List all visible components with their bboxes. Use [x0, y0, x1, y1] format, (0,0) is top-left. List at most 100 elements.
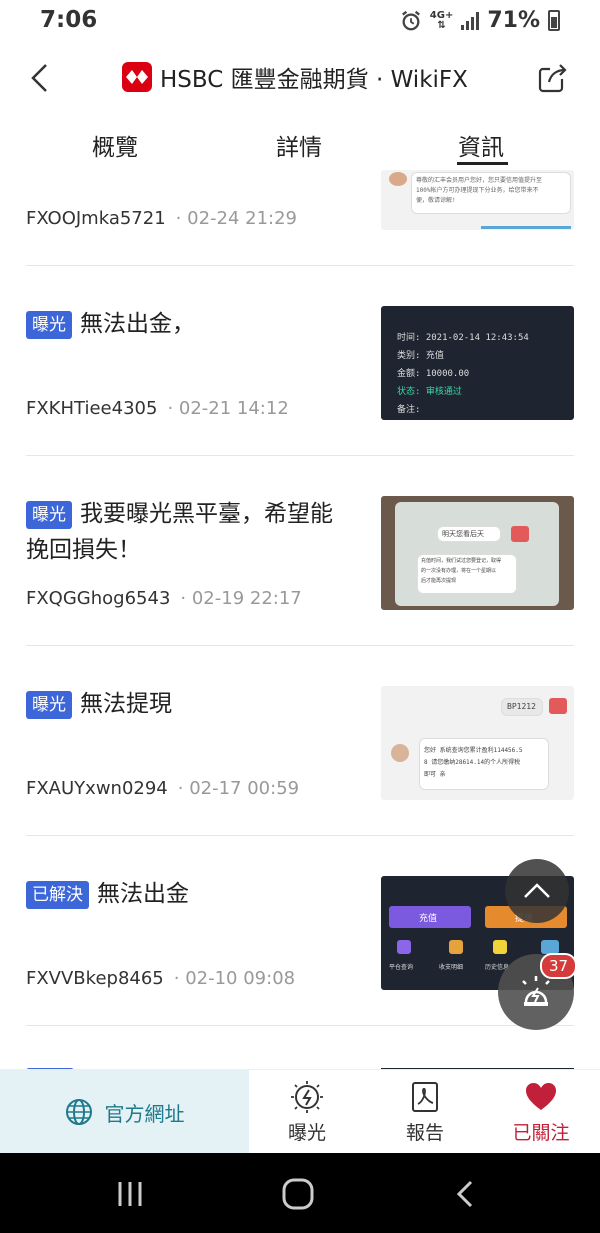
status-bar: 7:06 4G+ ⇅ 71% [0, 0, 600, 42]
thumb-text: 平仓查询 [389, 964, 414, 971]
item-title: 曝光 我要曝光黑平臺，希望能挽回損失！ [26, 496, 346, 568]
item-date: · 02-10 09:08 [173, 968, 296, 989]
item-title: 曝光 無法提現 [26, 686, 346, 722]
item-meta: FXOOJmka5721 · 02-24 21:29 [26, 208, 297, 229]
item-date: · 02-19 22:17 [180, 588, 302, 609]
report-button[interactable]: 報告 [380, 1080, 470, 1145]
item-title-text: 無法出金 [97, 881, 189, 907]
list-item[interactable]: 曝光 我要曝光黑平臺，希望能挽回損失！ FXQGGhog6543 · 02-19 2… [0, 456, 600, 646]
thumb-text: 状态: 审核通过 [397, 387, 462, 397]
thumb-text: 时间: 2021-02-14 12:43:54 [397, 333, 529, 343]
thumb-text: 的一次没有办理，将在一个星期以 [421, 568, 497, 574]
thumb-bubble: BP1212 [501, 698, 543, 716]
thumb-text: 明天您看后天 [442, 530, 484, 538]
system-nav-bar [0, 1153, 600, 1233]
tab-bar: 概覽 詳情 資訊 [0, 124, 600, 170]
heart-icon [526, 1083, 556, 1110]
pdf-report-icon [412, 1082, 438, 1112]
thumb-bubble: 充值时间，我们试过您要登记，取得 的一次没有办理，将在一个星期以 后才能再次提现 [417, 554, 517, 594]
item-title-text: 無法出金， [80, 311, 195, 337]
thumb-progress [481, 226, 571, 229]
page-title: HSBC 匯豐金融期貨 · WikiFX [122, 60, 468, 94]
item-thumbnail[interactable]: 时间: 2021-02-14 12:43:54 类别: 充值 金额: 10000… [381, 306, 574, 420]
battery-icon [548, 10, 560, 31]
thumb-bubble: 您好 系统查询您累计盈利114456.5 8 请您缴纳28614.14的个人所得… [419, 738, 549, 790]
status-badge: 曝光 [26, 500, 72, 529]
globe-icon [65, 1099, 92, 1125]
list-item[interactable]: 曝光 無法出金， FXKHTiee4305 · 02-21 14:12 时间: 20… [0, 266, 600, 456]
tab-news[interactable]: 資訊 [458, 128, 504, 162]
thumb-avatar [389, 172, 407, 186]
system-back-button[interactable] [445, 1177, 485, 1211]
expose-icon [291, 1081, 323, 1113]
thumb-text: 尊敬的汇丰会员用户您好，您只要信用值提升至 [416, 177, 543, 184]
battery-percent: 71% [487, 8, 540, 33]
recent-apps-icon [118, 1182, 142, 1206]
bottom-action-bar: 官方網址 曝光 報告 已關注 [0, 1069, 600, 1154]
item-date: · 02-21 14:12 [167, 398, 289, 419]
home-icon [282, 1178, 314, 1210]
network-type: 4G+ ⇅ [429, 9, 454, 31]
thumb-deposit-btn: 充值 [389, 906, 471, 928]
thumb-icon [493, 940, 507, 954]
notification-count: 37 [540, 953, 578, 979]
expose-label: 曝光 [287, 1122, 326, 1144]
thumb-bubble: 明天您看后天 [437, 526, 501, 542]
item-thumbnail[interactable]: 尊敬的汇丰会员用户您好，您只要信用值提升至 100%帐户方可办理提现下分业务，给… [381, 170, 574, 230]
item-thumbnail[interactable]: 明天您看后天 充值时间，我们试过您要登记，取得 的一次没有办理，将在一个星期以 … [381, 496, 574, 610]
thumb-bubble: 尊敬的汇丰会员用户您好，您只要信用值提升至 100%帐户方可办理提现下分业务，给… [411, 172, 571, 214]
hsbc-logo [122, 62, 152, 92]
title-text: HSBC 匯豐金融期貨 · WikiFX [160, 67, 468, 93]
official-website-button[interactable]: 官方網址 [0, 1070, 249, 1154]
report-label: 報告 [405, 1122, 444, 1144]
thumb-text: 充值时间，我们试过您要登记，取得 [421, 558, 502, 564]
home-button[interactable] [278, 1177, 318, 1211]
thumb-text: 充值 [419, 914, 438, 924]
thumb-text: 备注: [397, 405, 421, 415]
share-icon [538, 64, 567, 93]
thumb-avatar [391, 744, 409, 762]
thumb-icon [541, 940, 559, 954]
item-title: 曝光 無法出金， [26, 306, 346, 342]
item-thumbnail[interactable]: BP1212 您好 系统查询您累计盈利114456.5 8 请您缴纳28614.… [381, 686, 574, 800]
item-user: FXVVBkep8465 [26, 968, 164, 989]
expose-button[interactable]: 曝光 [262, 1080, 352, 1145]
item-user: FXKHTiee4305 [26, 398, 158, 419]
thumb-text: 后才能再次提现 [421, 578, 457, 584]
item-date: · 02-17 00:59 [177, 778, 300, 799]
item-title-text: 無法提現 [80, 691, 172, 717]
thumb-text: 您好 系统查询您累计盈利114456.5 [424, 747, 523, 754]
thumb-text: BP1212 [507, 702, 536, 711]
tab-overview[interactable]: 概覽 [92, 128, 138, 162]
followed-button[interactable]: 已關注 [496, 1080, 586, 1145]
item-user: FXOOJmka5721 [26, 208, 166, 229]
list-item[interactable]: 曝光 無法提現 FXAUYxwn0294 · 02-17 00:59 BP1212 … [0, 646, 600, 836]
recent-apps-button[interactable] [110, 1177, 150, 1211]
back-button[interactable] [20, 58, 60, 98]
scroll-top-button[interactable] [505, 859, 569, 923]
thumb-icon [397, 940, 411, 954]
official-website-label: 官方網址 [104, 1101, 185, 1126]
item-meta: FXKHTiee4305 · 02-21 14:12 [26, 398, 289, 419]
thumb-app-icon [511, 526, 529, 542]
tab-details[interactable]: 詳情 [276, 128, 322, 162]
followed-label: 已關注 [512, 1122, 570, 1144]
status-time: 7:06 [40, 7, 98, 33]
chevron-up-icon [524, 883, 550, 898]
thumb-text: 类别: 充值 [397, 351, 444, 361]
item-meta: FXVVBkep8465 · 02-10 09:08 [26, 968, 295, 989]
item-date: · 02-24 21:29 [175, 208, 298, 229]
alarm-icon [401, 10, 420, 30]
thumb-text: 即可 亲 [424, 771, 446, 778]
item-title-text: 我要曝光黑平臺，希望能挽回損失！ [26, 501, 333, 563]
thumb-text: 收支明细 [439, 964, 464, 971]
active-tab-indicator [457, 162, 508, 165]
status-badge: 曝光 [26, 690, 72, 719]
list-item[interactable]: FXOOJmka5721 · 02-24 21:29 尊敬的汇丰会员用户您好，您只… [0, 170, 600, 266]
item-meta: FXAUYxwn0294 · 02-17 00:59 [26, 778, 299, 799]
status-badge: 曝光 [26, 310, 72, 339]
item-user: FXAUYxwn0294 [26, 778, 168, 799]
thumb-text: 100%帐户方可办理提现下分业务，给您带来不 [416, 187, 539, 194]
share-button[interactable] [534, 60, 570, 96]
item-meta: FXQGGhog6543 · 02-19 22:17 [26, 588, 302, 609]
